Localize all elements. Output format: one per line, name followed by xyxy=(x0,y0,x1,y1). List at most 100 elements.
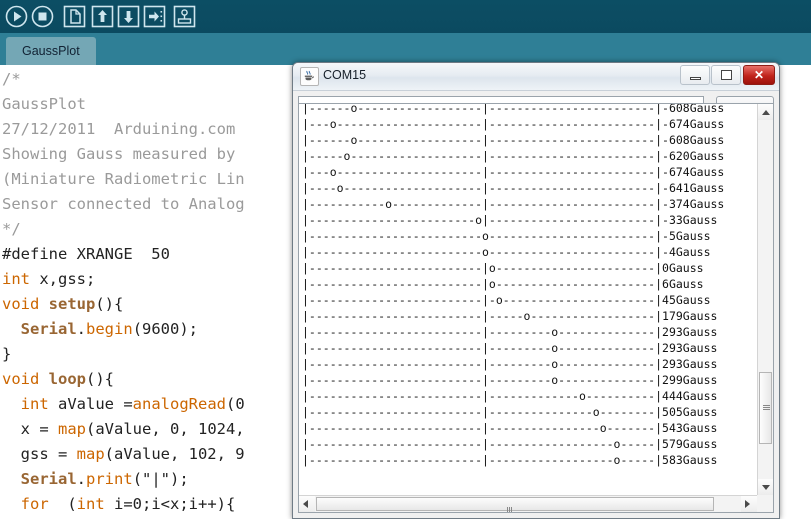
open-button[interactable] xyxy=(90,4,115,29)
maximize-glyph-icon xyxy=(721,70,732,80)
scroll-down-arrow[interactable] xyxy=(758,479,773,495)
code-token: setup xyxy=(48,295,96,313)
plot-row: |---o---------------------|-------------… xyxy=(302,117,725,131)
scrollbar-grip-icon xyxy=(507,501,515,512)
vertical-scrollbar-thumb[interactable] xyxy=(759,372,772,444)
code-token: int xyxy=(2,270,30,288)
code-token: void xyxy=(2,295,49,313)
stop-button[interactable] xyxy=(30,4,55,29)
close-icon: ✕ xyxy=(753,68,765,82)
plot-row: |-------------------------|-------------… xyxy=(302,389,718,403)
horizontal-scrollbar[interactable] xyxy=(299,495,757,512)
code-token: begin xyxy=(86,320,133,338)
minimize-glyph-icon xyxy=(690,77,701,80)
plot-row: |-------------------------|o------------… xyxy=(302,261,704,275)
window-title: COM15 xyxy=(323,68,367,82)
upload-button[interactable] xyxy=(142,4,167,29)
plot-row: |-------------------------|---------o---… xyxy=(302,357,718,371)
code-token: } xyxy=(2,345,12,363)
up-arrow-icon xyxy=(91,5,114,28)
verify-button[interactable] xyxy=(4,4,29,29)
plot-row: |-------------------------|-------------… xyxy=(302,453,718,467)
scroll-up-arrow[interactable] xyxy=(758,104,773,120)
plot-row: |----o--------------------|-------------… xyxy=(302,181,725,195)
plot-row: |------------------------o|-------------… xyxy=(302,213,718,227)
code-token: Showing Gauss measured by xyxy=(2,145,236,163)
plot-row: |-------------------------|-----o-------… xyxy=(302,309,718,323)
maximize-button[interactable] xyxy=(711,65,741,85)
play-circle-icon xyxy=(5,5,28,28)
code-token: Serial xyxy=(20,470,77,488)
plot-row: |-------------------------|o------------… xyxy=(302,277,704,291)
save-button[interactable] xyxy=(116,4,141,29)
code-token: 27/12/2011 Arduining.com xyxy=(2,120,236,138)
code-token: print xyxy=(86,470,133,488)
plot-row: |-------------------------o-------------… xyxy=(302,245,711,259)
plot-row: |-------------------------|-------------… xyxy=(302,421,718,435)
plot-row: |-------------------------|---------o---… xyxy=(302,325,718,339)
code-token: for xyxy=(20,495,49,513)
sketch-tab-gaussplot[interactable]: GaussPlot xyxy=(6,37,96,65)
plot-row: |------o------------------|-------------… xyxy=(302,133,725,147)
code-token: (0 xyxy=(226,395,245,413)
code-token: (Miniature Radiometric Lin xyxy=(2,170,245,188)
code-token: (){ xyxy=(95,295,124,313)
plot-row: |-------------------------|-o-----------… xyxy=(302,293,711,307)
vertical-scrollbar[interactable] xyxy=(757,104,773,495)
code-token: ("|"); xyxy=(132,470,189,488)
scroll-left-arrow[interactable] xyxy=(299,496,315,512)
code-token: */ xyxy=(2,220,21,238)
plot-row: |---o---------------------|-------------… xyxy=(302,165,725,179)
plot-row: |-------------------------o-------------… xyxy=(302,229,711,243)
plot-row: |-------------------------|-------------… xyxy=(302,437,718,451)
serial-monitor-titlebar[interactable]: COM15 ✕ xyxy=(293,63,779,91)
plot-row: |-----------o-------------|-------------… xyxy=(302,197,725,211)
code-token: loop xyxy=(48,370,86,388)
code-token: (9600); xyxy=(132,320,199,338)
code-token: x = xyxy=(2,420,58,438)
serial-monitor-window: COM15 ✕ Send |------o------------------|… xyxy=(292,62,780,519)
code-token: . xyxy=(76,470,87,488)
plot-row: |-------------------------|---------o---… xyxy=(302,373,718,387)
code-token: map xyxy=(76,445,105,463)
new-file-icon xyxy=(63,5,86,28)
new-button[interactable] xyxy=(62,4,87,29)
code-token: aValue = xyxy=(48,395,133,413)
serial-output-text[interactable]: |------o------------------|-------------… xyxy=(299,104,757,495)
right-arrow-icon xyxy=(143,5,166,28)
chevron-left-icon xyxy=(303,500,308,508)
scrollbar-corner xyxy=(757,495,773,512)
chevron-down-icon xyxy=(762,485,770,490)
code-token: (aValue, 0, 1024, xyxy=(86,420,245,438)
serial-output-area: |------o------------------|-------------… xyxy=(298,103,774,513)
code-token: i=0;i<x;i++){ xyxy=(104,495,236,513)
code-token: /* xyxy=(2,70,21,88)
code-token: (aValue, 102, 9 xyxy=(104,445,245,463)
code-token: Sensor connected to Analog xyxy=(2,195,245,213)
minimize-button[interactable] xyxy=(680,65,710,85)
sketch-tab-bar: GaussPlot xyxy=(0,33,811,65)
ide-toolbar xyxy=(0,0,811,33)
horizontal-scrollbar-thumb[interactable] xyxy=(316,497,714,512)
code-token: ( xyxy=(48,495,77,513)
plot-row: |-----o-------------------|-------------… xyxy=(302,149,725,163)
plot-row: |-------------------------|---------o---… xyxy=(302,341,718,355)
down-arrow-icon xyxy=(117,5,140,28)
scrollbar-grip-icon xyxy=(763,405,770,411)
code-token: #define XRANGE 50 xyxy=(2,245,170,263)
scroll-right-arrow[interactable] xyxy=(741,496,757,512)
code-token: (){ xyxy=(86,370,114,388)
code-token: x,gss; xyxy=(30,270,96,288)
plot-row: |------o------------------|-------------… xyxy=(302,104,725,115)
serial-monitor-button[interactable] xyxy=(172,4,197,29)
magnifier-icon xyxy=(173,5,196,28)
java-cup-icon xyxy=(300,67,319,86)
plot-row: |-------------------------|-------------… xyxy=(302,405,718,419)
chevron-right-icon xyxy=(745,500,750,508)
close-button[interactable]: ✕ xyxy=(743,65,775,85)
code-token: analogRead xyxy=(132,395,226,413)
stop-circle-icon xyxy=(31,5,54,28)
